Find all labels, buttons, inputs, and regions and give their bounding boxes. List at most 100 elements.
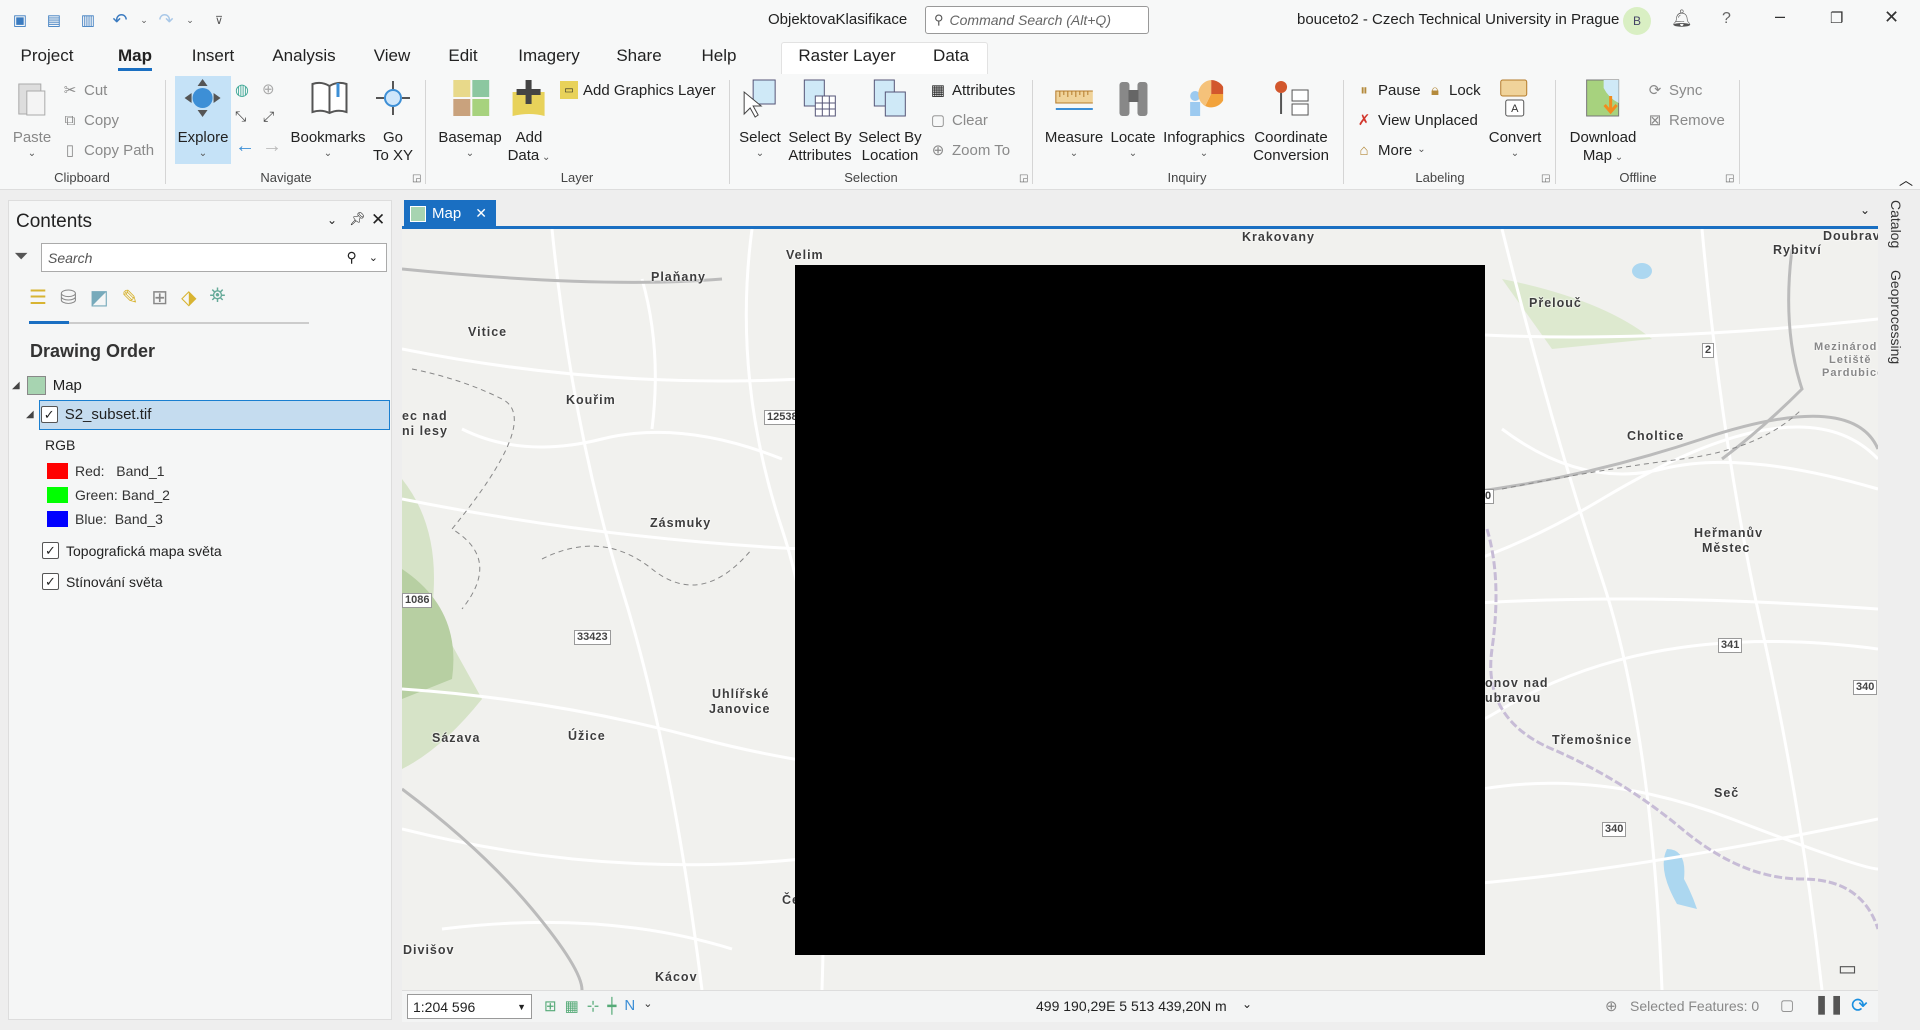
restore-icon[interactable]: ❐ [1830,9,1843,27]
dialog-launcher-icon[interactable]: ◲ [1019,173,1028,184]
map-tree-item[interactable]: ◢ Map [12,376,82,395]
drawing-order-tab-icon[interactable]: ☰ [29,285,47,310]
tab-raster-layer[interactable]: Raster Layer [798,46,895,66]
pause-drawing-icon[interactable]: ❚❚ [1814,994,1844,1015]
tab-map[interactable]: Map [118,46,152,71]
catalog-side-tab[interactable]: Catalog [1888,200,1904,248]
editing-tab-icon[interactable]: ✎ [122,285,139,310]
clear-selection-button[interactable]: ▢ Clear [929,109,988,131]
dialog-launcher-icon[interactable]: ◲ [1541,173,1550,184]
dialog-launcher-icon[interactable]: ◲ [1725,173,1734,184]
cut-button[interactable]: ✂ Cut [61,79,108,101]
undo-dropdown-icon[interactable]: ⌄ [133,9,155,31]
selection-tab-icon[interactable]: ◩ [90,285,109,310]
coordinate-conversion-button[interactable]: Coordinate Conversion [1253,78,1329,165]
zoom-to-selection-button[interactable]: ⊕ Zoom To [929,139,1010,161]
selected-features-count[interactable]: Selected Features: 0 [1630,998,1759,1014]
open-project-icon[interactable]: ▤ [43,9,65,31]
layer-item-s2-subset[interactable]: ◢ ✓ S2_subset.tif [26,406,151,423]
redo-icon[interactable]: ↷ [155,9,177,31]
tab-analysis[interactable]: Analysis [272,46,335,66]
notifications-bell-icon[interactable]: 🔔︎ [1671,9,1693,29]
view-unplaced-button[interactable]: ✗ View Unplaced [1355,109,1478,131]
data-source-tab-icon[interactable]: ⛁ [60,285,77,310]
measure-button[interactable]: Measure ⌄ [1045,78,1103,161]
navigator-icon[interactable]: ▭ [1838,956,1857,981]
more-labeling-button[interactable]: ⌂ More ⌄ [1355,139,1425,161]
full-extent-icon[interactable]: ◍ [235,80,249,100]
go-to-xy-button[interactable]: Go To XY [373,78,413,165]
north-arrow-icon[interactable]: N [624,997,635,1015]
copy-button[interactable]: ⧉ Copy [61,109,119,131]
sync-button[interactable]: ⟳ Sync [1646,79,1703,101]
explore-button[interactable]: Explore ⌄ [178,78,228,161]
pane-options-chevron-icon[interactable]: ⌄ [327,213,337,227]
layer-item-hillshade[interactable]: ✓ Stínování světa [42,573,163,590]
perspective-imagery-tab-icon[interactable]: ⛯ [210,285,226,310]
tab-project[interactable]: Project [21,46,74,66]
undo-icon[interactable]: ↶ [109,9,131,31]
snapping-icon[interactable]: ⊹ [587,997,600,1015]
add-data-button[interactable]: Add Data ⌄ [508,78,550,165]
tab-help[interactable]: Help [702,46,737,66]
tab-list-chevron-icon[interactable]: ⌄ [1860,203,1870,217]
new-project-icon[interactable]: ▣ [9,9,31,31]
add-graphics-layer-button[interactable]: ▭ Add Graphics Layer [560,79,716,101]
close-window-icon[interactable]: ✕ [1884,7,1899,28]
tab-edit[interactable]: Edit [448,46,477,66]
layer-visibility-checkbox[interactable]: ✓ [42,542,59,559]
refresh-icon[interactable]: ⟳ [1851,993,1868,1018]
fixed-zoom-out-icon[interactable]: ⤢ [263,108,274,125]
basemap-button[interactable]: Basemap ⌄ [438,78,502,161]
infographics-button[interactable]: Infographics ⌄ [1163,78,1245,161]
user-avatar[interactable]: B [1623,7,1651,35]
fixed-zoom-in-icon[interactable]: ⤡ [235,108,246,125]
next-extent-icon[interactable]: → [262,135,282,158]
tab-share[interactable]: Share [616,46,661,66]
contents-search-input[interactable]: Search ⚲ ⌄ [41,243,387,272]
tab-imagery[interactable]: Imagery [518,46,579,66]
lock-labels-button[interactable]: 🔒︎ Lock [1426,79,1481,101]
tab-data[interactable]: Data [933,46,969,66]
download-map-button[interactable]: Download Map ⌄ [1570,78,1636,165]
copy-path-button[interactable]: ▯ Copy Path [61,139,154,161]
fixed-scale-icon[interactable]: ⊞ [544,997,557,1015]
geoprocessing-side-tab[interactable]: Geoprocessing [1888,270,1904,364]
attributes-button[interactable]: ▦ Attributes [929,79,1015,101]
select-button[interactable]: Select ⌄ [739,78,781,161]
coordinate-format-chevron-icon[interactable]: ⌄ [1242,997,1252,1011]
scale-selector[interactable]: 1:204 596 ▼ [407,994,532,1019]
expand-triangle-icon[interactable]: ◢ [12,380,20,391]
filter-selection-icon[interactable]: ▢ [1780,996,1794,1014]
snapping-tab-icon[interactable]: ⊞ [151,285,168,310]
map-canvas[interactable]: Krakovany Velim Plaňany Vitice Kouřim ec… [402,229,1878,990]
close-tab-icon[interactable]: ✕ [475,205,487,222]
constraint-icon[interactable]: ┿ [607,997,616,1015]
select-by-attributes-button[interactable]: Select By Attributes [788,78,852,165]
tab-view[interactable]: View [374,46,411,66]
minimize-icon[interactable]: – [1775,6,1785,27]
save-project-icon[interactable]: ▥ [77,9,99,31]
tab-insert[interactable]: Insert [192,46,235,66]
locate-button[interactable]: Locate ⌄ [1110,78,1156,161]
help-button[interactable]: ? [1722,10,1731,28]
remove-offline-button[interactable]: ⊠ Remove [1646,109,1725,131]
command-search-input[interactable]: ⚲ Command Search (Alt+Q) [925,6,1149,34]
paste-button[interactable]: Paste ⌄ [13,78,51,161]
layer-visibility-checkbox[interactable]: ✓ [42,573,59,590]
customize-toolbar-icon[interactable]: ⊽ [208,9,230,31]
pin-icon[interactable]: 📌︎ [349,211,366,227]
redo-dropdown-icon[interactable]: ⌄ [179,9,201,31]
pause-labeling-button[interactable]: ⏸ Pause [1355,79,1420,101]
chevron-down-icon[interactable]: ⌄ [643,997,652,1015]
labeling-tab-icon[interactable]: ⬗ [181,285,196,310]
layer-item-topographic[interactable]: ✓ Topografická mapa světa [42,542,222,559]
dialog-launcher-icon[interactable]: ◲ [412,173,421,184]
map-view-tab[interactable]: Map ✕ [404,200,496,227]
select-by-location-button[interactable]: Select By Location [858,78,922,165]
bookmarks-button[interactable]: Bookmarks ⌄ [290,78,366,161]
previous-extent-icon[interactable]: ← [235,135,255,158]
collapse-ribbon-icon[interactable]: ︿ [1899,170,1913,190]
zoom-to-layer-icon[interactable]: ⊕ [262,80,275,98]
convert-button[interactable]: A Convert ⌄ [1489,78,1541,161]
